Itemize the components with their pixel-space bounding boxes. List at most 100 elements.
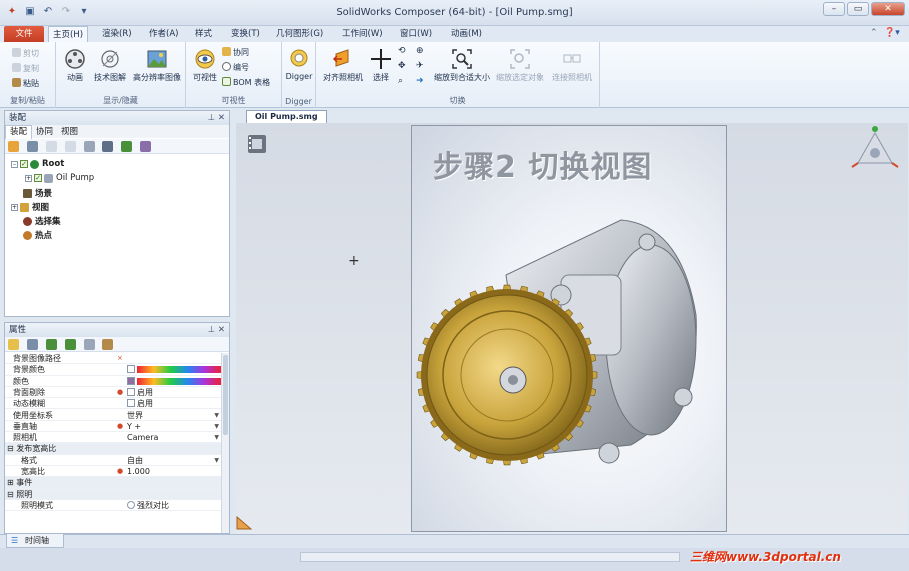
enable-checkbox[interactable] (127, 399, 135, 408)
tab-transform[interactable]: 变换(T) (231, 26, 260, 42)
dropdown-icon[interactable]: ▼ (214, 455, 219, 466)
copy-button[interactable]: 复制 (12, 63, 39, 74)
move-up-icon[interactable] (45, 141, 57, 152)
select-button[interactable]: 选择 (368, 48, 394, 83)
fly-tool[interactable]: ✈ (416, 61, 424, 71)
close-button[interactable]: ✕ (871, 2, 905, 16)
tab-file[interactable]: 文件 (4, 26, 44, 42)
property-row[interactable]: 颜色 (5, 376, 223, 387)
tab-style[interactable]: 样式 (195, 26, 212, 42)
document-tab[interactable]: Oil Pump.smg (246, 110, 327, 123)
tree-node-scene[interactable]: 场景 (23, 187, 52, 199)
animation-button[interactable]: 动画 (60, 48, 90, 83)
filter-icon[interactable] (26, 141, 38, 152)
property-row[interactable]: 动态模糊 启用 (5, 398, 223, 410)
connect-camera-button[interactable]: 连接照相机 (548, 48, 596, 83)
property-row[interactable]: 垂直轴 ● Y + ▼ (5, 421, 223, 433)
color-swatch[interactable] (127, 365, 135, 374)
align-camera-button[interactable]: 对齐照相机 (320, 48, 366, 83)
property-row[interactable]: 宽高比 ● 1.000 (5, 466, 223, 478)
dropdown-icon[interactable]: ▼ (214, 421, 219, 432)
tree-node-oil-pump[interactable]: + ✓ Oil Pump (25, 173, 94, 183)
zoom-selected-button[interactable]: 缩放选定对象 (494, 48, 546, 83)
collapse-icon[interactable]: – (11, 160, 18, 168)
property-section[interactable]: ⊞ 事件 (5, 477, 223, 489)
tab-views[interactable]: 视图 (57, 126, 82, 139)
checkbox-icon[interactable]: ✓ (20, 160, 28, 168)
list-icon[interactable] (102, 141, 114, 152)
sort-icon[interactable] (83, 141, 95, 152)
oil-pump-model[interactable] (411, 125, 727, 532)
link-icon[interactable] (140, 141, 152, 152)
zoom-fit-button[interactable]: 缩放到合适大小 (432, 48, 492, 83)
ribbon-collapse-icon[interactable]: ⌃ (870, 28, 878, 38)
export-icon[interactable] (102, 339, 114, 350)
pin-close-icon[interactable]: ⊥ ✕ (208, 111, 225, 125)
tab-home[interactable]: 主页(H) (48, 26, 88, 42)
color-gradient[interactable] (137, 366, 221, 374)
timeline-tab[interactable]: ☰ 时间轴 (6, 534, 64, 548)
technical-illustration-button[interactable]: 技术图解 (92, 48, 128, 83)
film-strip-icon[interactable] (246, 133, 268, 155)
properties-scrollbar[interactable] (221, 353, 229, 533)
numbering-button[interactable]: 编号 (222, 62, 249, 73)
color-gradient[interactable] (137, 377, 221, 385)
digger-button[interactable]: Digger (284, 48, 314, 81)
paste-button[interactable]: 粘贴 (12, 78, 39, 89)
maximize-button[interactable]: ▭ (847, 2, 869, 16)
checkbox-icon[interactable]: ✓ (34, 174, 42, 182)
bom-table-button[interactable]: BOM 表格 (222, 77, 270, 88)
property-row[interactable]: 照相机 Camera ▼ (5, 432, 223, 444)
tree-node-hotspots[interactable]: 热点 (23, 229, 52, 241)
tab-window[interactable]: 窗口(W) (400, 26, 432, 42)
tab-assembly[interactable]: 装配 (5, 125, 33, 139)
sync-icon[interactable] (64, 339, 76, 350)
property-section[interactable]: ⊟ 发布宽高比 (5, 443, 223, 455)
tab-workshop[interactable]: 工作间(W) (342, 26, 383, 42)
refresh-icon[interactable] (45, 339, 57, 350)
collaboration-button[interactable]: 协同 (222, 47, 249, 58)
tab-animation[interactable]: 动画(M) (451, 26, 482, 42)
zoom-tool[interactable]: ⌕ (398, 76, 403, 86)
tab-collaboration[interactable]: 协同 (32, 126, 57, 139)
property-row[interactable]: 背景图像路径 × (5, 353, 223, 365)
tree-node-views[interactable]: + 视图 (11, 201, 49, 213)
color-swatch[interactable] (127, 376, 135, 385)
paint-icon[interactable] (121, 141, 133, 152)
high-res-image-button[interactable]: 高分辨率图像 (130, 48, 184, 83)
resize-corner-icon[interactable] (236, 516, 252, 530)
pan-tool[interactable]: ✥ (398, 61, 406, 71)
pointer-icon[interactable] (8, 141, 19, 152)
tab-author[interactable]: 作者(A) (149, 26, 178, 42)
walk-tool[interactable]: ➜ (416, 76, 424, 86)
zoom-area-tool[interactable]: ⊕ (416, 46, 424, 56)
expand-icon[interactable]: + (11, 203, 18, 211)
property-row[interactable]: 使用坐标系 世界 ▼ (5, 410, 223, 421)
property-row[interactable]: 背面剔除 ● 启用 (5, 387, 223, 399)
categorized-icon[interactable] (8, 339, 19, 350)
pin-close-icon[interactable]: ⊥ ✕ (208, 323, 225, 337)
move-down-icon[interactable] (64, 141, 76, 152)
dropdown-icon[interactable]: ▼ (214, 410, 219, 421)
rotate-tool[interactable]: ⟲ (398, 46, 406, 56)
alphabetical-icon[interactable] (26, 339, 38, 350)
tree-node-selection-sets[interactable]: 选择集 (23, 215, 61, 227)
minimize-button[interactable]: – (823, 2, 845, 16)
expand-icon[interactable]: + (25, 174, 32, 182)
scrollbar-thumb[interactable] (223, 355, 228, 435)
dropdown-icon[interactable]: ▼ (214, 432, 219, 443)
tab-geometry[interactable]: 几何图形(G) (276, 26, 323, 42)
tab-render[interactable]: 渲染(R) (102, 26, 132, 42)
property-section[interactable]: ⊟ 照明 (5, 488, 223, 500)
view-cube[interactable] (850, 125, 900, 171)
enable-checkbox[interactable] (127, 387, 135, 396)
filter-icon[interactable] (83, 339, 95, 350)
property-row[interactable]: 照明模式 强烈对比 (5, 500, 223, 512)
tree-node-root[interactable]: – ✓ Root (11, 159, 64, 169)
visibility-button[interactable]: 可视性 (190, 48, 220, 83)
property-row[interactable]: 背景颜色 (5, 364, 223, 376)
property-row[interactable]: 格式 自由 ▼ (5, 455, 223, 466)
horizontal-scrollbar[interactable] (300, 552, 680, 562)
help-icon[interactable]: ❓▾ (884, 28, 900, 38)
cut-button[interactable]: 剪切 (12, 48, 39, 59)
